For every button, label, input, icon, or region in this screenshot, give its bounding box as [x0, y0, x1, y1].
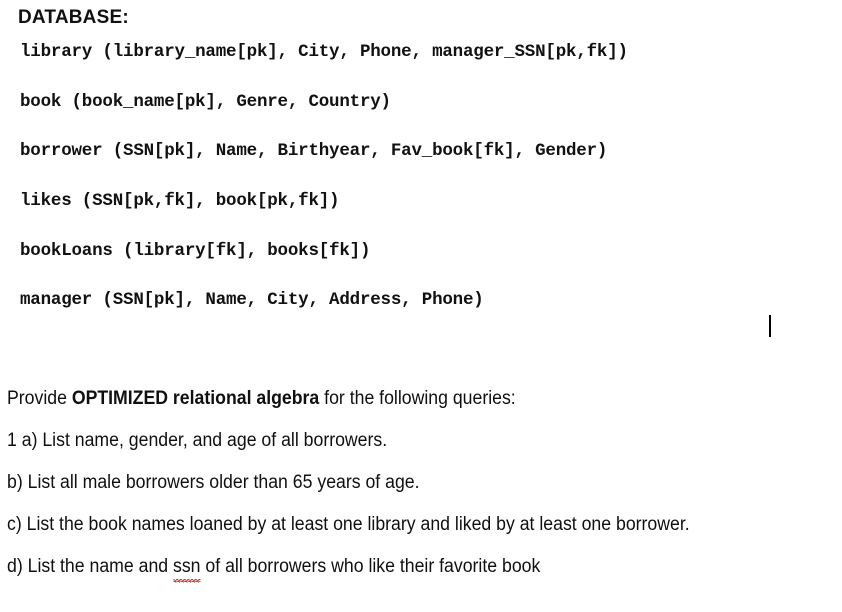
schema-relation-bookloans: bookLoans (library[fk], books[fk]) [20, 241, 371, 261]
question-item-c: c) List the book names loaned by at leas… [7, 514, 690, 535]
question-item-a: 1 a) List name, gender, and age of all b… [7, 430, 388, 451]
schema-relation-borrower: borrower (SSN[pk], Name, Birthyear, Fav_… [20, 141, 608, 161]
question-item-d: d) List the name and ssn of all borrower… [7, 554, 540, 583]
database-heading: DATABASE: [18, 7, 129, 28]
questions-prompt-prefix: Provide [7, 388, 72, 409]
spellcheck-misspelled-word[interactable]: ssn [173, 554, 201, 583]
questions-prompt: Provide OPTIMIZED relational algebra for… [7, 386, 516, 412]
schema-relation-book: book (book_name[pk], Genre, Country) [20, 92, 391, 112]
document-page: DATABASE: library (library_name[pk], Cit… [0, 0, 842, 612]
question-item-b: b) List all male borrowers older than 65… [7, 472, 420, 493]
question-item-d-after: of all borrowers who like their favorite… [200, 556, 541, 577]
schema-relation-manager: manager (SSN[pk], Name, City, Address, P… [20, 290, 484, 310]
text-cursor-caret [769, 315, 771, 337]
schema-relation-library: library (library_name[pk], City, Phone, … [20, 42, 628, 62]
questions-prompt-emphasis: OPTIMIZED relational algebra [71, 388, 320, 409]
question-item-d-before: d) List the name and [7, 556, 174, 577]
schema-relation-likes: likes (SSN[pk,fk], book[pk,fk]) [20, 191, 340, 211]
questions-prompt-suffix: for the following queries: [319, 388, 516, 409]
